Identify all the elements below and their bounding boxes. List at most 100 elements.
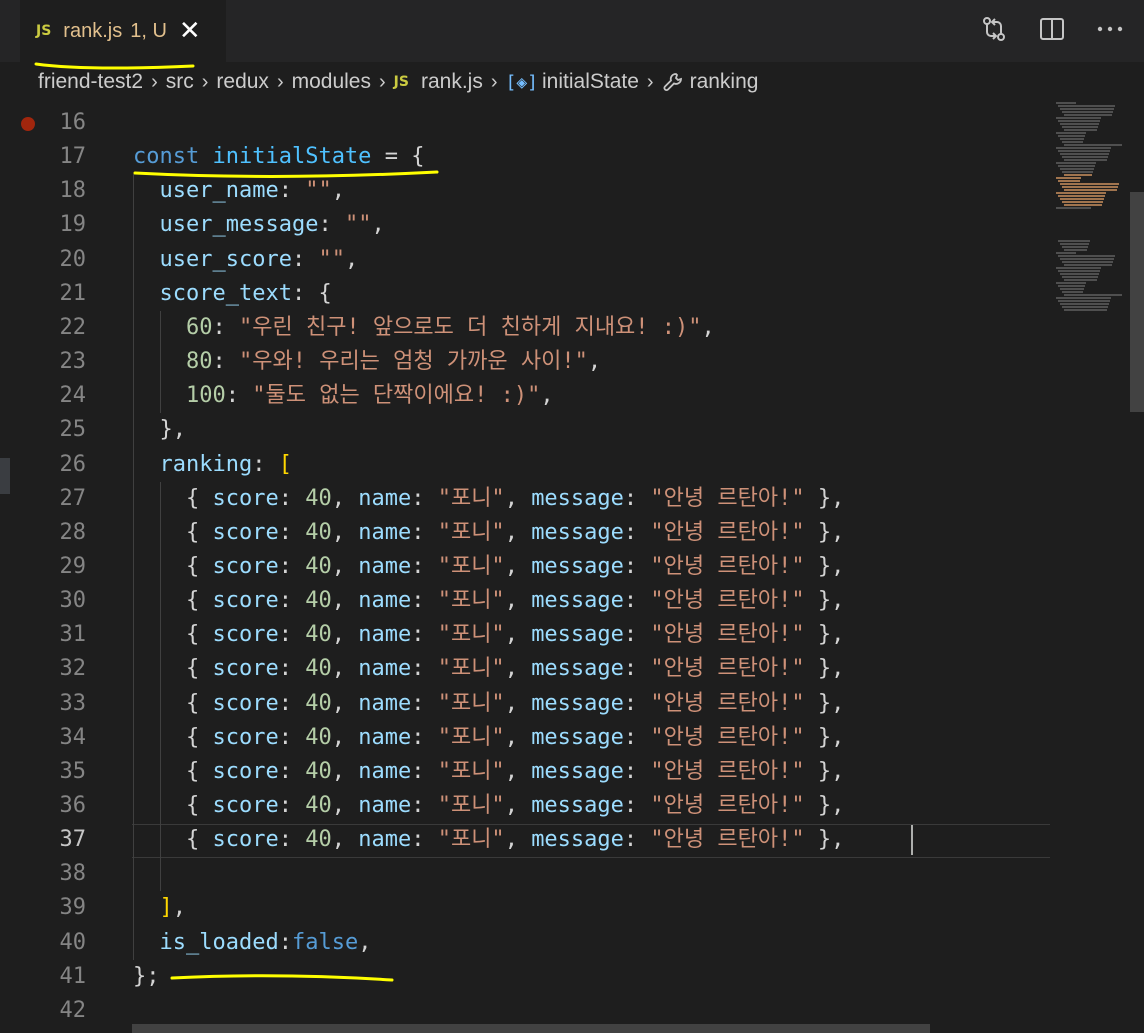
code-line[interactable]: 16	[0, 106, 1050, 140]
minimap-line	[1060, 138, 1084, 140]
minimap-line	[1062, 171, 1093, 173]
code-line[interactable]: 41};	[0, 960, 1050, 994]
code-line[interactable]: 23 80: "우와! 우리는 엄청 가까운 사이!",	[0, 345, 1050, 379]
code-line[interactable]: 19 user_message: "",	[0, 208, 1050, 242]
javascript-file-icon: JS	[393, 74, 409, 90]
minimap-line	[1056, 162, 1096, 164]
minimap-line	[1062, 276, 1098, 278]
code-line[interactable]: 35 { score: 40, name: "포니", message: "안녕…	[0, 755, 1050, 789]
line-number: 25	[59, 417, 87, 443]
tab-rank-js[interactable]: JS rank.js 1, U ✕	[20, 0, 226, 62]
minimap-line	[1062, 141, 1083, 143]
minimap-line	[1062, 186, 1118, 188]
code-line[interactable]: 24 100: "둘도 없는 단짝이에요! :)",	[0, 379, 1050, 413]
horizontal-scrollbar[interactable]	[132, 1024, 930, 1033]
code-line[interactable]: 33 { score: 40, name: "포니", message: "안녕…	[0, 687, 1050, 721]
line-number: 33	[59, 690, 87, 716]
line-number: 20	[59, 246, 87, 272]
vertical-scrollbar-thumb[interactable]	[1130, 192, 1144, 412]
minimap-line	[1064, 129, 1097, 131]
minimap-line	[1056, 117, 1101, 119]
breadcrumb-item[interactable]: ranking	[690, 70, 759, 94]
breadcrumb-item[interactable]: src	[166, 70, 194, 94]
minimap-line	[1064, 264, 1112, 266]
code-line[interactable]: 28 { score: 40, name: "포니", message: "안녕…	[0, 516, 1050, 550]
minimap-line	[1064, 144, 1122, 146]
code-line[interactable]: 27 { score: 40, name: "포니", message: "안녕…	[0, 482, 1050, 516]
code-line[interactable]: 20 user_score: "",	[0, 243, 1050, 277]
minimap-line	[1056, 147, 1111, 149]
git-compare-icon[interactable]	[980, 14, 1008, 44]
more-actions-icon[interactable]	[1096, 14, 1124, 44]
minimap-line	[1056, 207, 1091, 209]
code-line[interactable]: 40 is_loaded:false,	[0, 926, 1050, 960]
code-line[interactable]: 42	[0, 994, 1050, 1028]
minimap-line	[1064, 174, 1092, 176]
code-text: { score: 40, name: "포니", message: "안녕 르탄…	[185, 656, 845, 682]
line-number: 21	[59, 280, 87, 306]
code-line[interactable]: 36 { score: 40, name: "포니", message: "안녕…	[0, 789, 1050, 823]
minimap-line	[1056, 177, 1081, 179]
code-line[interactable]: 17 const initialState = {	[0, 140, 1050, 174]
minimap-line	[1064, 309, 1107, 311]
line-number: 34	[59, 724, 87, 750]
breadcrumb-item[interactable]: rank.js	[421, 70, 483, 94]
minimap-line	[1056, 132, 1086, 134]
code-line[interactable]: 26 ranking: [	[0, 448, 1050, 482]
code-text: { score: 40, name: "포니", message: "안녕 르탄…	[185, 485, 845, 511]
line-number: 36	[59, 793, 87, 818]
breadcrumb: friend-test2 › src › redux › modules › J…	[0, 62, 1144, 102]
minimap-line	[1062, 111, 1113, 113]
minimap-line	[1062, 156, 1108, 158]
code-text: user_score: "",	[159, 246, 359, 272]
minimap-line	[1064, 159, 1107, 161]
breadcrumb-item[interactable]: friend-test2	[38, 70, 143, 94]
code-line[interactable]: 22 60: "우린 친구! 앞으로도 더 친하게 지내요! :)",	[0, 311, 1050, 345]
breadcrumb-item[interactable]: initialState	[542, 70, 639, 94]
minimap[interactable]	[1052, 102, 1132, 402]
chevron-right-icon: ›	[151, 70, 158, 93]
minimap-line	[1056, 252, 1076, 254]
code-line[interactable]: 39 ],	[0, 891, 1050, 925]
code-text: { score: 40, name: "포니", message: "안녕 르탄…	[185, 622, 845, 648]
code-line[interactable]: 38	[0, 857, 1050, 891]
minimap-line	[1062, 126, 1098, 128]
code-line[interactable]: 18 user_name: "",	[0, 174, 1050, 208]
javascript-file-icon: JS	[36, 23, 52, 39]
code-text: { score: 40, name: "포니", message: "안녕 르탄…	[185, 553, 845, 579]
minimap-line	[1060, 243, 1089, 245]
minimap-line	[1058, 135, 1085, 137]
close-icon[interactable]: ✕	[179, 18, 201, 44]
minimap-line	[1064, 279, 1097, 281]
code-line[interactable]: 21 score_text: {	[0, 277, 1050, 311]
code-text: 100: "둘도 없는 단짝이에요! :)",	[185, 383, 554, 409]
indent-guide	[160, 481, 161, 892]
line-number: 32	[59, 656, 87, 682]
code-line[interactable]: 32 { score: 40, name: "포니", message: "안녕…	[0, 652, 1050, 686]
code-editor[interactable]: 16 17 const initialState = {18 user_name: …	[0, 102, 1144, 1033]
code-text: { score: 40, name: "포니", message: "안녕 르탄…	[185, 690, 845, 716]
code-line[interactable]: 37 { score: 40, name: "포니", message: "안녕…	[0, 823, 1050, 857]
breadcrumb-item[interactable]: modules	[292, 70, 371, 94]
text-cursor	[911, 825, 913, 856]
code-line[interactable]: 30 { score: 40, name: "포니", message: "안녕…	[0, 584, 1050, 618]
variable-icon: [◈]	[505, 71, 539, 93]
wrench-icon	[662, 71, 684, 93]
split-editor-icon[interactable]	[1038, 14, 1066, 44]
minimap-line	[1064, 249, 1087, 251]
line-number: 31	[59, 622, 87, 648]
minimap-line	[1056, 267, 1101, 269]
code-line[interactable]: 25 },	[0, 413, 1050, 447]
minimap-line	[1058, 240, 1090, 242]
minimap-line	[1058, 150, 1110, 152]
code-text: ],	[159, 895, 187, 921]
chevron-right-icon: ›	[201, 70, 209, 93]
breakpoint-icon[interactable]	[21, 117, 35, 131]
chevron-right-icon: ›	[490, 70, 498, 93]
chevron-right-icon: ›	[276, 70, 284, 93]
breadcrumb-item[interactable]: redux	[216, 70, 269, 94]
minimap-line	[1060, 303, 1109, 305]
code-line[interactable]: 31 { score: 40, name: "포니", message: "안녕…	[0, 618, 1050, 652]
code-line[interactable]: 34 { score: 40, name: "포니", message: "안녕…	[0, 721, 1050, 755]
code-line[interactable]: 29 { score: 40, name: "포니", message: "안녕…	[0, 550, 1050, 584]
